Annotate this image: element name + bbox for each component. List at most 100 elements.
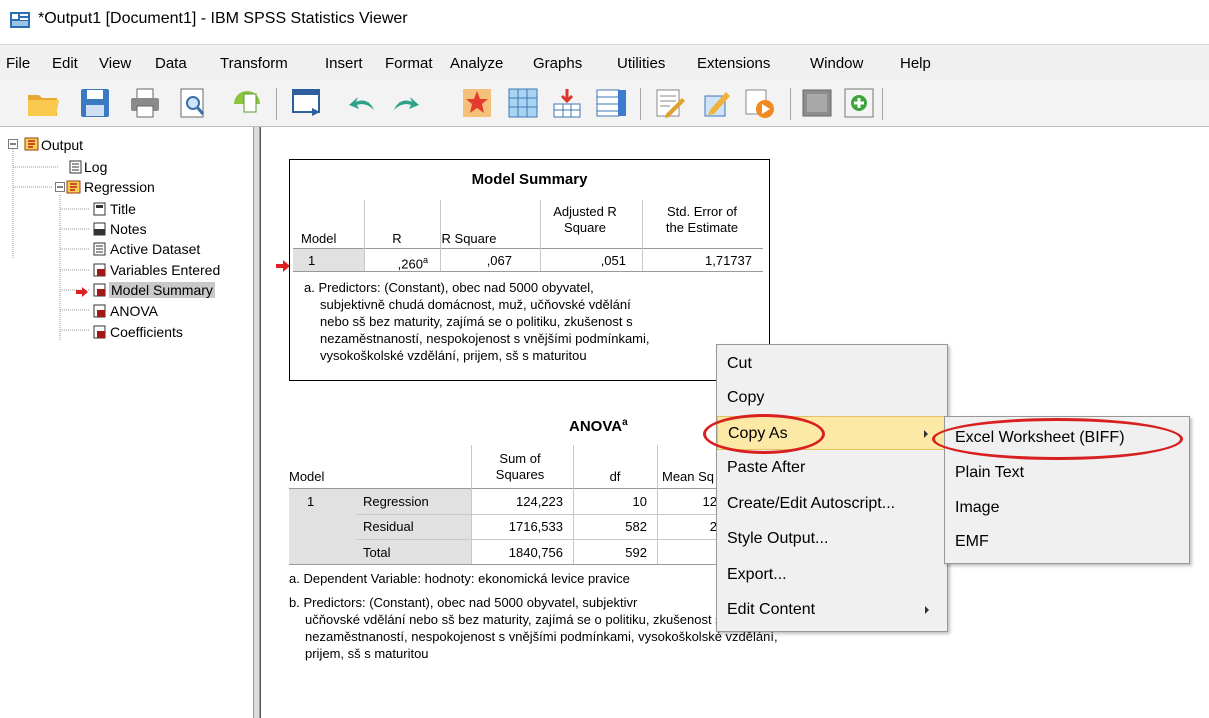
menu-window[interactable]: Window xyxy=(810,55,863,73)
menu-item-copy[interactable]: Copy xyxy=(717,381,947,415)
regression-book-icon xyxy=(66,180,81,194)
submenu-item-image[interactable]: Image xyxy=(945,491,1189,525)
annotation-oval-excel-worksheet xyxy=(932,418,1183,460)
menu-extensions[interactable]: Extensions xyxy=(697,55,770,73)
tree-item-coefficients[interactable]: Coefficients xyxy=(110,324,183,340)
menu-item-paste-after[interactable]: Paste After xyxy=(717,451,947,485)
open-folder-icon[interactable] xyxy=(26,86,60,120)
cell-model-1: 1 xyxy=(307,494,315,509)
star-chart-icon[interactable] xyxy=(460,86,494,120)
submenu-item-emf[interactable]: EMF xyxy=(945,525,1189,559)
export-icon[interactable] xyxy=(230,86,264,120)
toolbar-separator xyxy=(790,88,791,120)
undo-icon[interactable] xyxy=(346,86,380,120)
active-dataset-icon xyxy=(93,242,106,256)
toolbar-separator xyxy=(640,88,641,120)
menu-insert[interactable]: Insert xyxy=(325,55,363,73)
output-book-icon xyxy=(24,137,39,151)
menu-analyze[interactable]: Analyze xyxy=(450,55,503,73)
tree-item-output[interactable]: Output xyxy=(41,137,83,153)
model-summary-footnote-line: a. Predictors: (Constant), obec nad 5000… xyxy=(304,280,594,295)
tree-item-anova[interactable]: ANOVA xyxy=(110,303,158,319)
cell-model-1: 1 xyxy=(308,253,316,268)
column-divider xyxy=(657,445,658,565)
menu-transform[interactable]: Transform xyxy=(220,55,288,73)
print-icon[interactable] xyxy=(128,86,162,120)
table-icon xyxy=(93,304,106,318)
column-divider xyxy=(642,200,643,272)
model-summary-footnote-line: nezaměstnaností, nespokojenost s vnějším… xyxy=(320,331,650,346)
column-divider xyxy=(440,200,441,272)
tree-item-notes[interactable]: Notes xyxy=(110,221,147,237)
menu-format[interactable]: Format xyxy=(385,55,433,73)
table-icon xyxy=(93,283,106,297)
save-icon[interactable] xyxy=(78,86,112,120)
menu-edit[interactable]: Edit xyxy=(52,55,78,73)
variables-icon[interactable] xyxy=(594,86,628,120)
cell-total-label: Total xyxy=(363,545,391,560)
menu-data[interactable]: Data xyxy=(155,55,187,73)
table-icon xyxy=(93,263,106,277)
toolbar-separator xyxy=(276,88,277,120)
menu-file[interactable]: File xyxy=(6,55,30,73)
menu-item-edit-content[interactable]: Edit Content xyxy=(717,593,947,627)
model-summary-footnote-line: nebo sš bez maturity, zajímá se o politi… xyxy=(320,314,633,329)
column-divider xyxy=(364,200,365,272)
menu-utilities[interactable]: Utilities xyxy=(617,55,665,73)
print-preview-icon[interactable] xyxy=(176,86,210,120)
cell-residual-ms: 2 xyxy=(709,519,717,534)
tree-item-active-dataset[interactable]: Active Dataset xyxy=(110,241,200,257)
collapse-root-icon[interactable] xyxy=(8,139,18,149)
pivot-table-icon[interactable] xyxy=(506,86,540,120)
collapse-regression-icon[interactable] xyxy=(55,182,65,192)
menu-view[interactable]: View xyxy=(99,55,131,73)
model-summary-footnote-line: subjektivně chudá domácnost, muž, učňovs… xyxy=(320,297,631,312)
tree-item-title[interactable]: Title xyxy=(110,201,136,217)
menu-bar: File Edit View Data Transform Insert For… xyxy=(0,44,1209,80)
sort-icon[interactable] xyxy=(550,86,584,120)
cell-residual-label: Residual xyxy=(363,519,414,534)
tree-item-log[interactable]: Log xyxy=(84,159,107,175)
column-divider xyxy=(471,445,472,565)
window-title: *Output1 [Document1] - IBM SPSS Statisti… xyxy=(38,10,408,27)
menu-item-export[interactable]: Export... xyxy=(717,558,947,592)
pane-splitter[interactable] xyxy=(253,127,260,718)
annotation-oval-copy-as xyxy=(703,414,825,454)
run-script-icon[interactable] xyxy=(742,86,776,120)
title-icon xyxy=(93,202,106,216)
submenu-arrow-icon xyxy=(925,606,929,614)
pencil-icon[interactable] xyxy=(700,86,734,120)
header-std-error: Std. Error of the Estimate xyxy=(665,204,739,235)
cell-r: ,260a xyxy=(397,255,428,272)
tree-item-model-summary[interactable]: Model Summary xyxy=(109,282,215,298)
menu-graphs[interactable]: Graphs xyxy=(533,55,582,73)
cell-regression-ms: 12 xyxy=(702,494,717,509)
cell-total-df: 592 xyxy=(625,545,647,560)
submenu-item-plain-text[interactable]: Plain Text xyxy=(945,456,1189,490)
model-summary-table[interactable]: Model Summary Model R R Square Adjusted … xyxy=(289,159,770,381)
edit-script-icon[interactable] xyxy=(652,86,686,120)
header-mean-square: Mean Sq xyxy=(662,469,715,484)
cell-regression-ss: 124,223 xyxy=(516,494,563,509)
header-sum-of-squares: Sum of Squares xyxy=(495,451,545,482)
column-divider xyxy=(573,445,574,565)
header-r: R xyxy=(392,231,402,246)
menu-item-style-output[interactable]: Style Output... xyxy=(717,522,947,556)
add-icon[interactable] xyxy=(842,86,876,120)
header-model: Model xyxy=(289,469,325,484)
model-summary-footnote-line: vysokoškolské vzdělání, prijem, sš s mat… xyxy=(320,348,587,363)
designate-window-icon[interactable] xyxy=(800,86,834,120)
tree-item-regression[interactable]: Regression xyxy=(84,179,155,195)
table-bottom-rule xyxy=(289,564,719,565)
redo-icon[interactable] xyxy=(388,86,422,120)
current-item-arrow-icon xyxy=(276,260,290,272)
table-icon xyxy=(93,325,106,339)
menu-item-create-edit-autoscript[interactable]: Create/Edit Autoscript... xyxy=(717,487,947,521)
menu-item-cut[interactable]: Cut xyxy=(717,347,947,381)
cell-residual-df: 582 xyxy=(625,519,647,534)
cell-std-error: 1,71737 xyxy=(705,253,752,268)
goto-data-icon[interactable] xyxy=(290,86,324,120)
tree-item-variables-entered[interactable]: Variables Entered xyxy=(110,262,220,278)
header-model: Model xyxy=(301,231,337,246)
menu-help[interactable]: Help xyxy=(900,55,931,73)
